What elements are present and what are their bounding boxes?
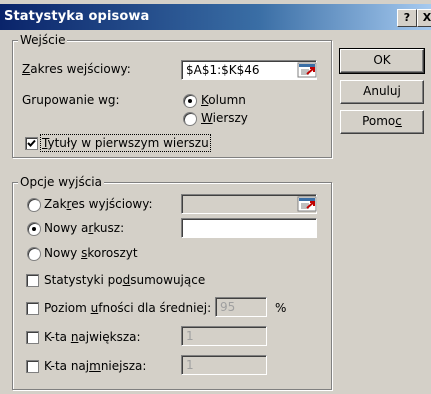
close-title-button[interactable]: X <box>417 9 431 27</box>
kth-largest-checkbox[interactable] <box>26 331 39 344</box>
group-by-rows-radio[interactable] <box>183 112 197 126</box>
kth-largest-label[interactable]: K-ta największa: <box>44 330 141 344</box>
new-sheet-radio[interactable] <box>27 222 41 236</box>
output-range-label[interactable]: Zakres wyjściowy: <box>44 197 153 211</box>
kth-smallest-value: 1 <box>186 358 194 372</box>
input-range-value: $A$1:$K$46 <box>186 63 260 77</box>
new-workbook-label[interactable]: Nowy skoroszyt <box>44 246 138 260</box>
group-by-columns-label[interactable]: Kolumn <box>201 93 246 107</box>
confidence-level-checkbox[interactable] <box>26 302 39 315</box>
new-workbook-radio[interactable] <box>27 247 41 261</box>
kth-largest-field[interactable]: 1 <box>181 326 267 346</box>
group-by-columns-radio[interactable] <box>183 94 197 108</box>
grouping-label: Grupowanie wg: <box>22 93 120 107</box>
collapse-dialog-icon[interactable] <box>297 62 317 78</box>
percent-sign: % <box>275 301 287 315</box>
ok-button[interactable]: OK <box>339 48 425 74</box>
labels-first-row-label[interactable]: Tytuły w pierwszym wierszu <box>40 134 211 152</box>
close-icon: X <box>422 11 431 24</box>
checkmark-icon <box>27 139 36 147</box>
title-bar[interactable]: Statystyka opisowa ? X <box>0 4 431 30</box>
input-group-legend: Wejście <box>18 33 68 47</box>
confidence-level-value: 95 <box>220 300 236 314</box>
input-range-label: Zakres wejściowy: <box>22 62 131 76</box>
window-title: Statystyka opisowa <box>4 9 150 24</box>
kth-smallest-label[interactable]: K-ta najmniejsza: <box>44 359 146 373</box>
help-icon: ? <box>403 11 411 24</box>
kth-largest-value: 1 <box>186 329 194 343</box>
cancel-button[interactable]: Anuluj <box>340 80 424 104</box>
group-by-rows-label[interactable]: Wierszy <box>201 111 248 125</box>
new-sheet-field[interactable] <box>181 218 317 238</box>
summary-statistics-checkbox[interactable] <box>26 274 39 287</box>
output-group-legend: Opcje wyjścia <box>18 175 104 189</box>
help-title-button[interactable]: ? <box>397 9 417 27</box>
summary-statistics-label[interactable]: Statystyki podsumowujące <box>44 273 205 287</box>
confidence-level-label[interactable]: Poziom ufności dla średniej: <box>44 301 211 315</box>
kth-smallest-field[interactable]: 1 <box>181 355 267 375</box>
collapse-dialog-icon[interactable] <box>297 196 317 212</box>
confidence-level-field[interactable]: 95 <box>215 297 267 317</box>
labels-first-row-checkbox[interactable] <box>25 137 38 150</box>
kth-smallest-checkbox[interactable] <box>26 360 39 373</box>
new-sheet-label[interactable]: Nowy arkusz: <box>44 221 124 235</box>
output-range-radio[interactable] <box>27 198 41 212</box>
help-button[interactable]: Pomoc <box>340 110 424 134</box>
